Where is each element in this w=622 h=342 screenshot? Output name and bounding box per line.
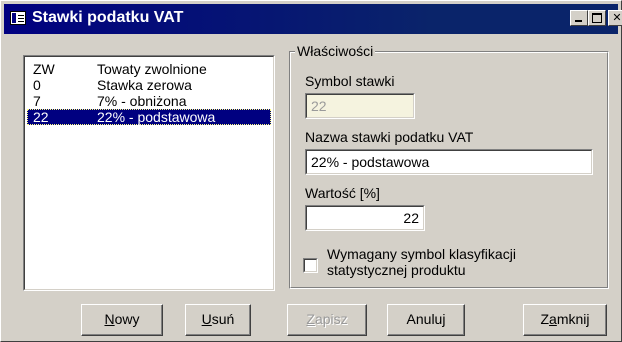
rate-symbol: 0: [33, 77, 41, 93]
delete-accel: U: [201, 311, 212, 327]
delete-label-rest: suń: [211, 311, 235, 327]
properties-legend: Właściwości: [295, 43, 376, 59]
window-app-icon[interactable]: [10, 11, 26, 25]
save-label-rest: apisz: [314, 311, 348, 327]
name-field[interactable]: 22% - podstawowa: [305, 149, 593, 175]
vat-rates-list-inner: ZW Towaty zwolnione 0 Stawka zerowa 7 7%…: [24, 56, 274, 290]
checkbox-label-line2: statystycznej produktu: [327, 262, 466, 278]
rate-name: 22% - podstawowa: [97, 109, 216, 125]
close-window-button[interactable]: ✕: [608, 10, 622, 26]
save-accel: Z: [306, 311, 315, 327]
minimize-button[interactable]: [570, 10, 588, 26]
close-label-rest: mknij: [556, 311, 590, 327]
close-label-pre: Z: [540, 311, 550, 327]
checkbox-box: [304, 259, 317, 272]
close-accel: a: [549, 311, 557, 327]
value-value: 22: [306, 206, 424, 230]
delete-button[interactable]: Usuń: [185, 304, 251, 336]
value-field[interactable]: 22: [305, 205, 425, 231]
list-item[interactable]: ZW Towaty zwolnione: [27, 61, 271, 77]
rate-symbol: 7: [33, 93, 41, 109]
rate-name: Towaty zwolnione: [97, 61, 207, 77]
window-title: Stawki podatku VAT: [32, 9, 184, 26]
name-value: 22% - podstawowa: [306, 150, 592, 174]
vat-rates-list[interactable]: ZW Towaty zwolnione 0 Stawka zerowa 7 7%…: [23, 55, 275, 291]
symbol-label: Symbol stawki: [305, 73, 395, 89]
name-label: Nazwa stawki podatku VAT: [305, 129, 474, 145]
value-label: Wartość [%]: [305, 185, 380, 201]
new-accel: N: [104, 311, 115, 327]
new-label-rest: owy: [114, 311, 140, 327]
checkbox-label-line1: Wymagany symbol klasyfikacji: [327, 246, 516, 262]
close-button[interactable]: Zamknij: [523, 304, 607, 336]
symbol-value: 22: [306, 94, 414, 118]
symbol-field: 22: [305, 93, 415, 119]
list-item[interactable]: 7 7% - obniżona: [27, 93, 271, 109]
cancel-button[interactable]: Anuluj: [387, 304, 465, 336]
classification-required-checkbox[interactable]: [303, 258, 318, 273]
classification-required-label[interactable]: Wymagany symbol klasyfikacji statystyczn…: [327, 246, 516, 278]
maximize-button[interactable]: [588, 10, 606, 26]
rate-symbol: ZW: [33, 61, 55, 77]
title-bar[interactable]: Stawki podatku VAT ✕: [4, 4, 622, 34]
rate-name: Stawka zerowa: [97, 77, 192, 93]
list-item-selected[interactable]: 22 22% - podstawowa: [27, 109, 271, 125]
save-button[interactable]: Zapisz: [287, 304, 367, 336]
new-button[interactable]: Nowy: [81, 304, 163, 336]
rate-symbol: 22: [33, 109, 49, 125]
vat-rates-window: Stawki podatku VAT ✕ ZW Towaty zwolnione…: [0, 0, 622, 342]
list-item[interactable]: 0 Stawka zerowa: [27, 77, 271, 93]
rate-name: 7% - obniżona: [97, 93, 187, 109]
